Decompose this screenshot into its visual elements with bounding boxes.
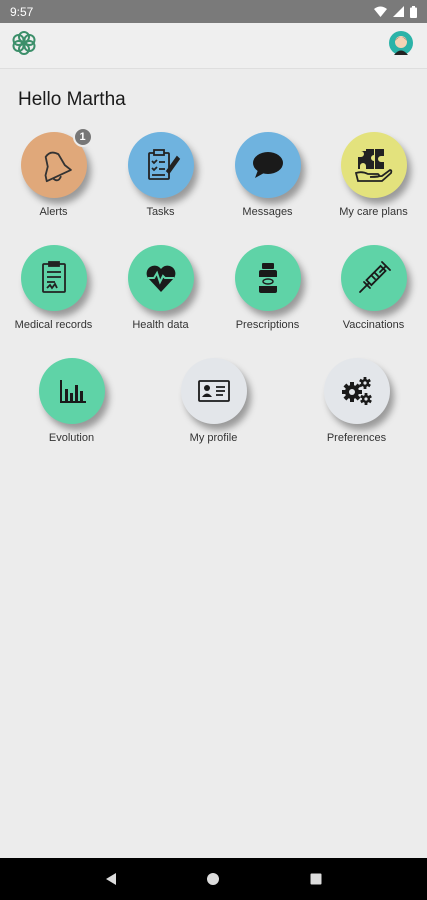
alerts-badge: 1 [72, 127, 93, 147]
tile-label-preferences: Preferences [326, 432, 387, 444]
app-bar [0, 23, 427, 69]
alerts-circle[interactable]: 1 [20, 127, 93, 198]
home-icon[interactable] [206, 872, 220, 886]
medical-records-circle[interactable] [20, 245, 87, 311]
tile-label-health-data: Health data [132, 319, 189, 331]
health-data-circle[interactable] [127, 245, 194, 311]
id-card-icon [197, 380, 230, 402]
heart-rate-icon [146, 265, 175, 292]
status-bar: 9:57 [0, 0, 427, 23]
preferences-circle[interactable] [323, 358, 390, 424]
tile-alerts[interactable]: 1 Alerts [0, 127, 107, 218]
bell-icon [44, 151, 72, 183]
status-time: 9:57 [10, 4, 34, 19]
chat-bubble-icon [252, 152, 283, 178]
signal-icon [393, 6, 404, 17]
pill-bottle-icon [258, 263, 277, 293]
my-profile-circle[interactable] [180, 358, 247, 424]
vaccinations-circle[interactable] [340, 245, 407, 311]
tile-label-tasks: Tasks [146, 206, 175, 218]
wifi-icon [374, 6, 387, 17]
tile-tasks[interactable]: Tasks [107, 132, 214, 218]
tile-messages[interactable]: Messages [214, 132, 321, 218]
care-plan-icon [354, 149, 392, 182]
evolution-circle[interactable] [38, 358, 105, 424]
tile-label-medical-records: Medical records [14, 319, 93, 331]
tile-label-evolution: Evolution [48, 432, 95, 444]
tile-vaccinations[interactable]: Vaccinations [320, 245, 427, 331]
tile-care-plans[interactable]: My care plans [320, 132, 427, 218]
prescriptions-circle[interactable] [234, 245, 301, 311]
tile-prescriptions[interactable]: Prescriptions [214, 245, 321, 331]
tile-my-profile[interactable]: My profile [160, 358, 267, 444]
syringe-icon [358, 261, 391, 293]
back-icon[interactable] [104, 872, 118, 886]
tile-label-my-profile: My profile [189, 432, 238, 444]
tile-health-data[interactable]: Health data [107, 245, 214, 331]
status-icons [374, 5, 417, 18]
bar-chart-icon [59, 380, 86, 403]
tile-evolution[interactable]: Evolution [18, 358, 125, 444]
battery-icon [410, 5, 417, 18]
avatar[interactable] [389, 31, 413, 60]
tile-label-alerts: Alerts [39, 206, 68, 218]
tasks-circle[interactable] [127, 132, 194, 198]
gears-icon [341, 377, 372, 405]
tile-label-messages: Messages [242, 206, 293, 218]
clipboard-icon [147, 149, 180, 180]
tile-label-care-plans: My care plans [339, 206, 408, 218]
app-logo-icon[interactable] [10, 29, 38, 62]
tile-preferences[interactable]: Preferences [303, 358, 410, 444]
tile-label-vaccinations: Vaccinations [342, 319, 405, 331]
tile-label-prescriptions: Prescriptions [235, 319, 300, 331]
system-nav-bar [0, 858, 427, 900]
recents-icon[interactable] [309, 872, 323, 886]
care-plans-circle[interactable] [340, 132, 407, 198]
messages-circle[interactable] [234, 132, 301, 198]
medical-record-icon [41, 261, 66, 293]
tile-medical-records[interactable]: Medical records [0, 245, 107, 331]
greeting-title: Hello Martha [18, 89, 126, 110]
